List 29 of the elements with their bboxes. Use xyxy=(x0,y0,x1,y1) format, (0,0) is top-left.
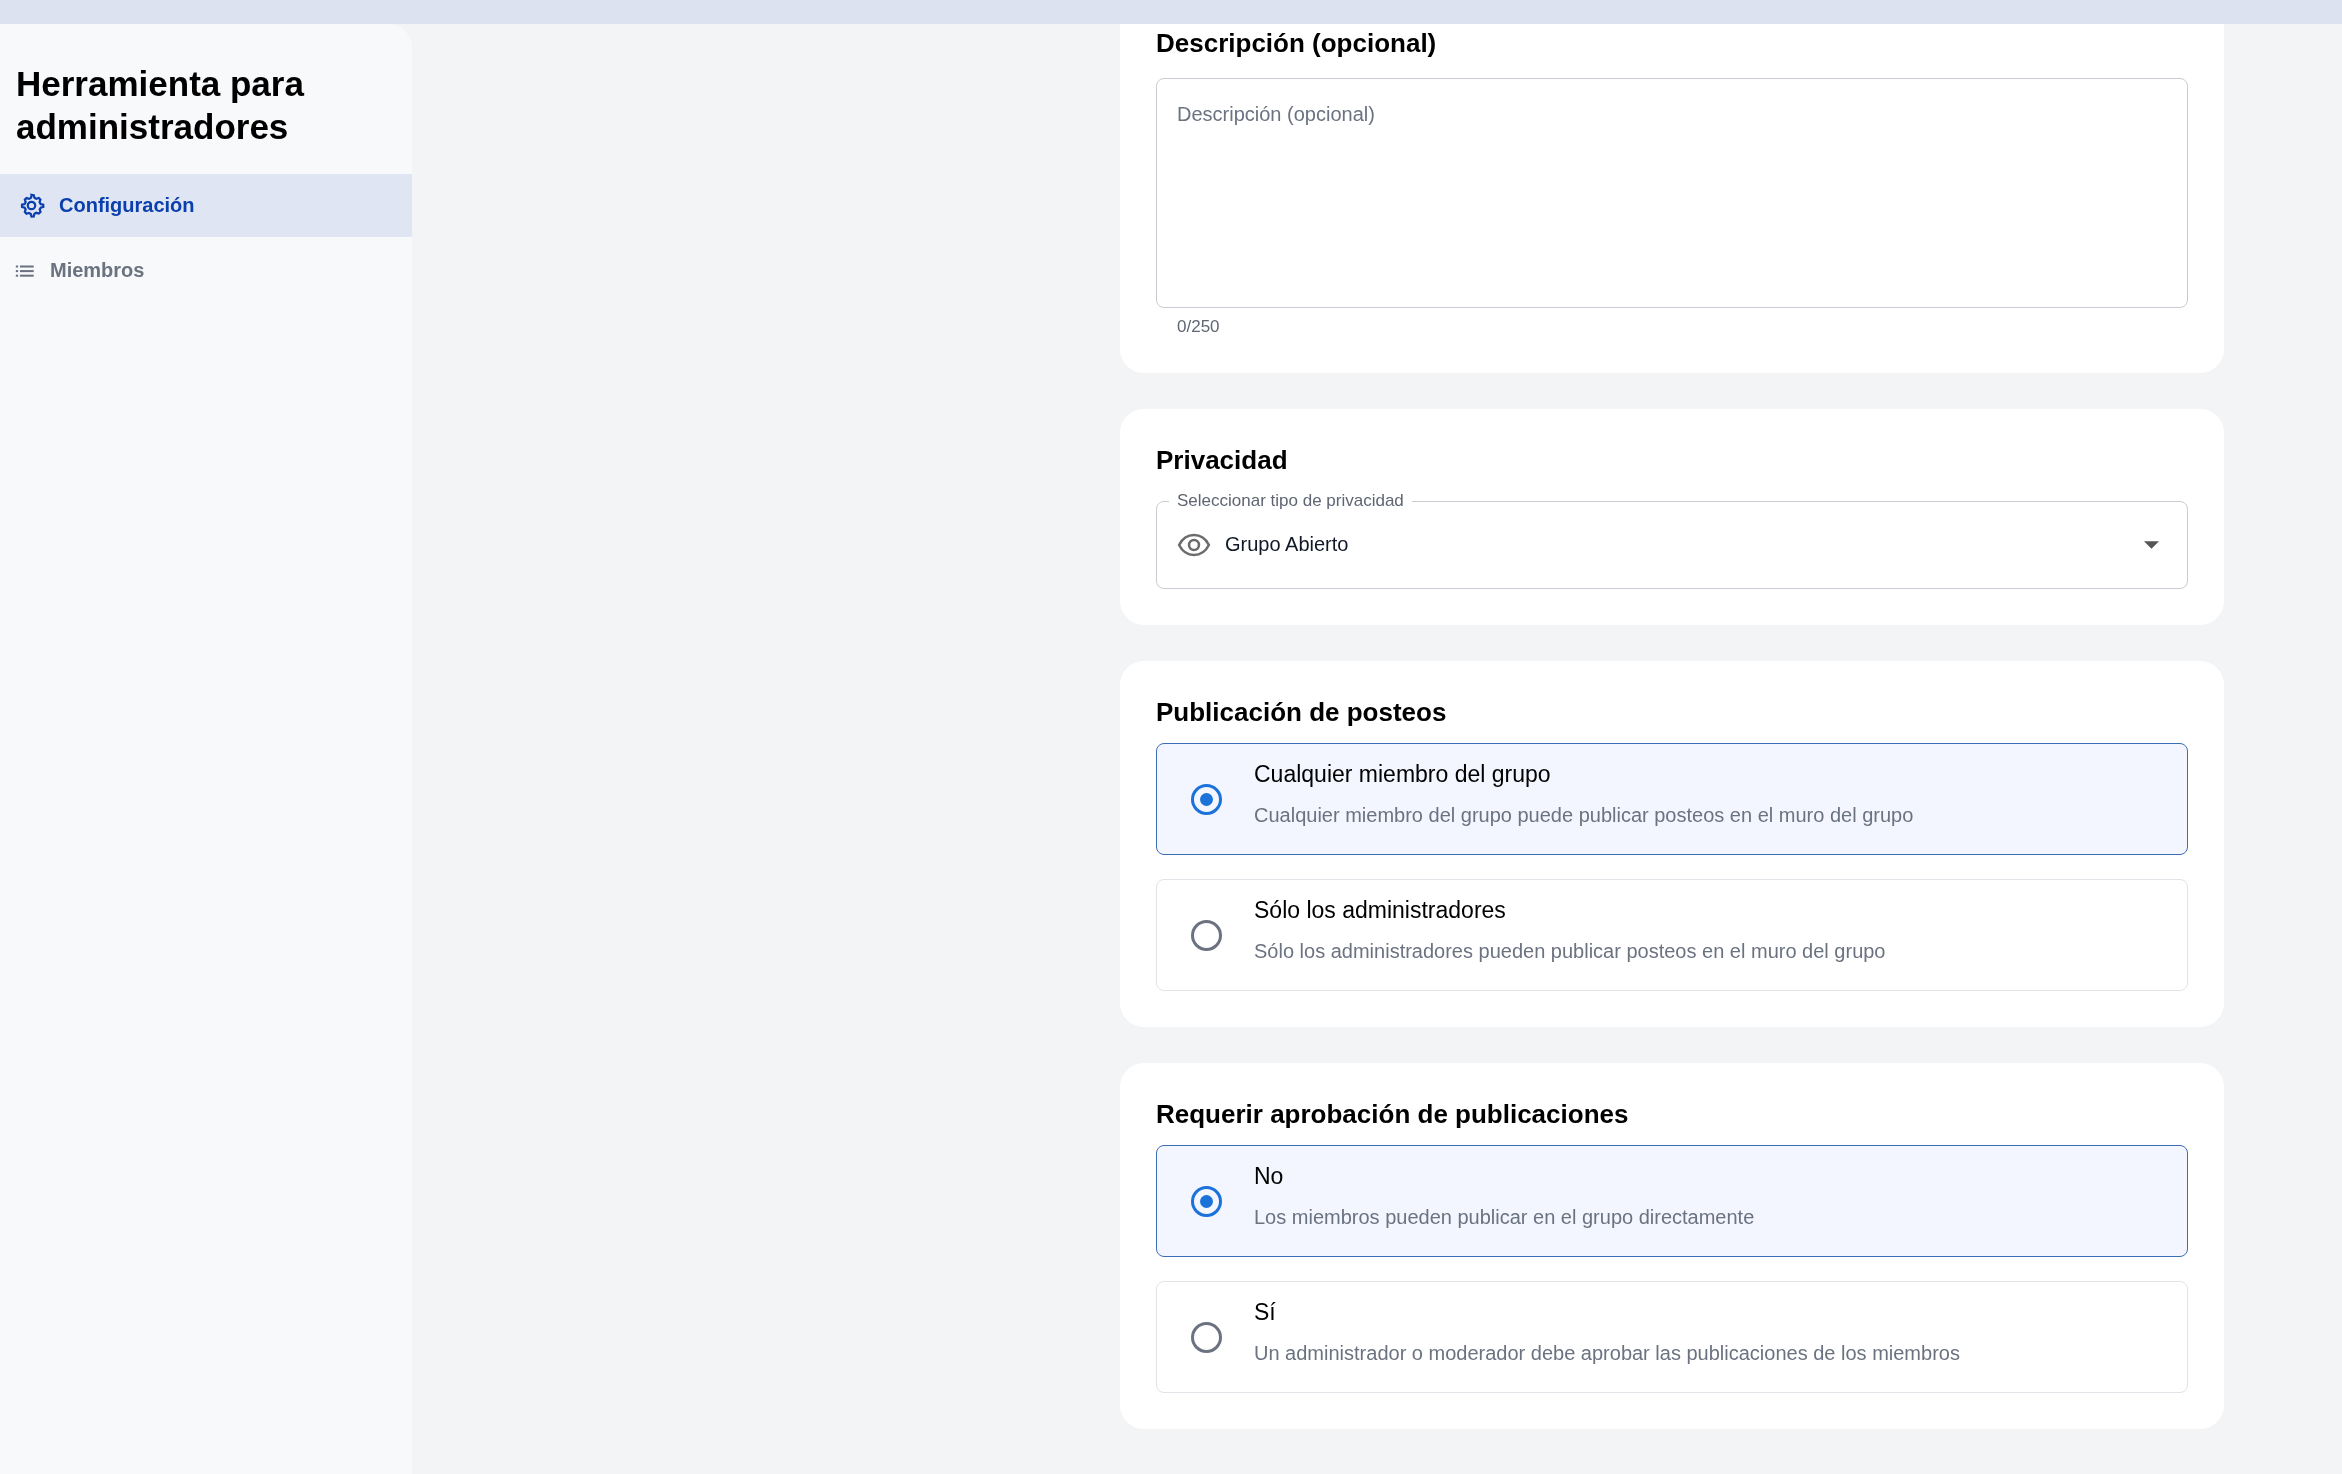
description-field[interactable]: Descripción (opcional) xyxy=(1156,78,2188,308)
option-description: Un administrador o moderador debe aprobar las publicaciones de los miembros xyxy=(1254,1342,1960,1365)
section-heading: Privacidad xyxy=(1156,444,1289,477)
sidebar-title: Herramienta para administradores xyxy=(16,63,306,148)
option-title: Sólo los administradores xyxy=(1254,897,1507,924)
option-title: Sí xyxy=(1254,1299,1277,1326)
radio-button[interactable] xyxy=(1191,783,1222,815)
radio-option[interactable]: No Los miembros pueden publicar en el grupo directamente xyxy=(1156,1145,2188,1257)
section-heading: Publicación de posteos xyxy=(1156,696,1448,729)
character-counter: 0/250 xyxy=(1177,317,1221,337)
option-description: Cualquier miembro del grupo puede publicar posteos en el muro del grupo xyxy=(1254,804,1914,827)
option-title: No xyxy=(1254,1163,1285,1190)
gear-icon xyxy=(18,192,45,219)
radio-button[interactable] xyxy=(1191,919,1222,951)
section-heading: Descripción (opcional) xyxy=(1156,27,1438,60)
option-title: Cualquier miembro del grupo xyxy=(1254,761,1552,788)
sidebar-item[interactable]: Configuración xyxy=(0,174,412,237)
radio-button[interactable] xyxy=(1191,1185,1222,1217)
radio-option[interactable]: Cualquier miembro del grupo Cualquier miembro del grupo puede publicar posteos en el muro del grupo xyxy=(1156,743,2188,855)
caret-icon xyxy=(2144,540,2159,549)
radio-option[interactable]: Sólo los administradores Sólo los administradores pueden publicar posteos en el muro del grupo xyxy=(1156,879,2188,991)
privacy-select[interactable]: Seleccionar tipo de privacidad Grupo Abierto xyxy=(1156,491,2188,589)
option-description: Sólo los administradores pueden publicar posteos en el muro del grupo xyxy=(1254,940,1886,963)
field-label: Seleccionar tipo de privacidad xyxy=(1176,491,1405,511)
option-description: Los miembros pueden publicar en el grupo directamente xyxy=(1254,1206,1755,1229)
radio-button[interactable] xyxy=(1191,1321,1222,1353)
section-heading: Requerir aprobación de publicaciones xyxy=(1156,1098,1630,1131)
sidebar-item[interactable]: Miembros xyxy=(0,239,412,302)
radio-option[interactable]: Sí Un administrador o moderador debe aprobar las publicaciones de los miembros xyxy=(1156,1281,2188,1393)
